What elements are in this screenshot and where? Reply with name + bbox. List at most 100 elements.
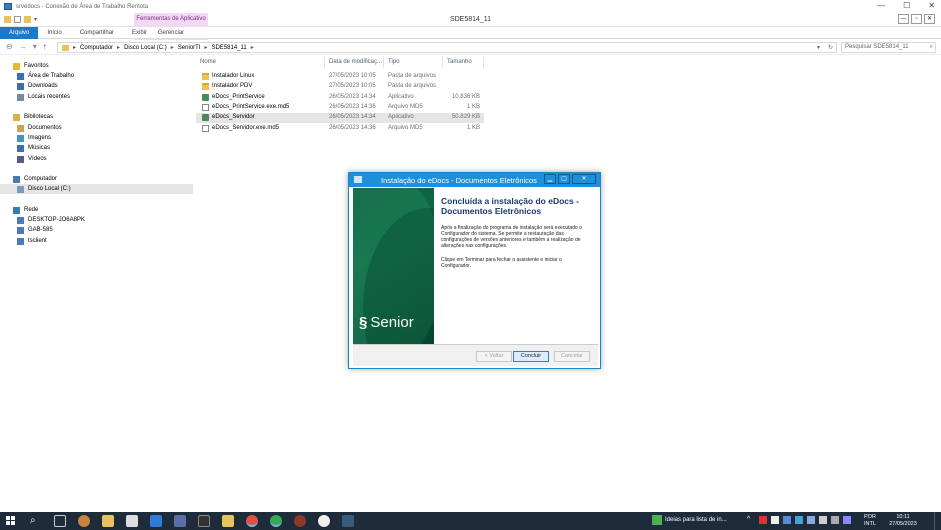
show-desktop-button[interactable] xyxy=(934,512,941,530)
app-icon[interactable] xyxy=(318,515,330,527)
pictures-icon xyxy=(17,134,24,142)
file-size: 1 KB xyxy=(466,125,480,131)
nav-tsclient[interactable]: tsclient xyxy=(17,236,210,246)
remote-desktop-icon[interactable] xyxy=(174,515,186,527)
tray-app-icon[interactable] xyxy=(795,516,803,524)
store-icon[interactable] xyxy=(126,515,138,527)
tray-app-icon[interactable] xyxy=(783,516,791,524)
recent-dropdown-icon[interactable]: ▾ xyxy=(33,42,37,51)
file-row-selected[interactable]: eDocs_Servidor 26/05/2023 14:34 Aplicati… xyxy=(196,113,484,123)
address-dropdown-icon[interactable]: ▾ xyxy=(817,44,820,51)
local-disk-icon xyxy=(17,185,24,193)
rdp-minimize-button[interactable]: — xyxy=(877,1,885,10)
taskbar: ⌕ Ideias para lista de in... ^ POR INTL … xyxy=(0,512,941,530)
tab-inicio[interactable]: Início xyxy=(38,27,70,39)
file-icon xyxy=(202,125,209,132)
file-row[interactable]: Instalador PDV 27/05/2023 10:05 Pasta de… xyxy=(196,82,484,92)
dialog-maximize-button[interactable]: ▢ xyxy=(558,174,570,184)
nav-videos[interactable]: Vídeos xyxy=(17,154,210,164)
column-header-nome[interactable]: Nome xyxy=(196,56,325,68)
nav-label: Rede xyxy=(24,207,39,213)
up-arrow-icon[interactable]: ↑ xyxy=(43,42,47,51)
column-header-tamanho[interactable]: Tamanho xyxy=(443,56,484,68)
nav-gab-585[interactable]: GAB-585 xyxy=(17,225,210,235)
refresh-icon[interactable]: ↻ xyxy=(828,44,833,51)
nav-area-de-trabalho[interactable]: Área de Trabalho xyxy=(17,71,210,81)
search-icon[interactable]: ⌕ xyxy=(30,515,42,527)
file-row[interactable]: eDocs_PrintService.exe.md5 26/05/2023 14… xyxy=(196,103,484,113)
nav-documentos[interactable]: Documentos xyxy=(17,123,210,133)
app-icon[interactable] xyxy=(294,515,306,527)
file-name: Instalador Linux xyxy=(212,73,255,79)
explorer-close-button[interactable]: ✕ xyxy=(924,14,935,24)
explorer-maximize-button[interactable]: ▫ xyxy=(911,14,922,24)
pen-icon[interactable] xyxy=(843,516,851,524)
column-header-tipo[interactable]: Tipo xyxy=(384,56,443,68)
back-button[interactable]: < Voltar xyxy=(476,351,512,362)
nav-rede[interactable]: Rede xyxy=(13,205,206,215)
search-input[interactable]: Pesquisar SDE5814_11 ⌕ xyxy=(841,42,936,53)
mail-icon[interactable] xyxy=(150,515,162,527)
column-header-data[interactable]: Data de modificaç... xyxy=(325,56,384,68)
folder-icon[interactable] xyxy=(222,515,234,527)
rdp-maximize-button[interactable]: ☐ xyxy=(903,1,910,10)
wizard-side-banner: § Senior xyxy=(353,188,434,344)
dialog-titlebar[interactable]: Instalação do eDocs - Documentos Eletrôn… xyxy=(349,173,600,187)
nav-imagens[interactable]: Imagens xyxy=(17,133,210,143)
rdp-close-button[interactable]: ✕ xyxy=(928,1,935,10)
nav-downloads[interactable]: Downloads xyxy=(17,81,210,91)
back-arrow-icon[interactable]: ⊖ xyxy=(6,42,13,51)
task-view-icon[interactable] xyxy=(54,515,66,527)
dialog-minimize-button[interactable]: ▁ xyxy=(544,174,556,184)
app-icon[interactable] xyxy=(342,515,354,527)
file-type: Arquivo MD5 xyxy=(388,104,423,110)
language-indicator[interactable]: POR INTL xyxy=(864,514,876,528)
rdp-titlebar: srvedocs - Conexão de Área de Trabalho R… xyxy=(0,0,941,13)
tab-gerenciar[interactable]: Gerenciar xyxy=(134,27,208,39)
taskbar-notification[interactable]: Ideias para lista de in... xyxy=(652,515,727,525)
nav-computador[interactable]: Computador xyxy=(13,174,206,184)
nav-desktop-jo6a8pk[interactable]: DESKTOP-JO6A8PK xyxy=(17,215,210,225)
breadcrumb-sde5814[interactable]: SDE5814_11 xyxy=(211,45,246,51)
chrome-icon[interactable] xyxy=(246,515,258,527)
cancel-button[interactable]: Cancelar xyxy=(554,351,590,362)
nav-musicas[interactable]: Músicas xyxy=(17,143,210,153)
nav-label: Favoritos xyxy=(24,63,49,69)
file-row[interactable]: eDocs_PrintService 26/05/2023 14:34 Apli… xyxy=(196,93,484,103)
app-icon[interactable] xyxy=(78,515,90,527)
terminal-icon[interactable] xyxy=(198,515,210,527)
nav-disco-local[interactable]: Disco Local (C:) xyxy=(0,184,193,194)
nav-bibliotecas[interactable]: Bibliotecas xyxy=(13,112,206,122)
file-row[interactable]: eDocs_Servidor.exe.md5 26/05/2023 14:36 … xyxy=(196,124,484,134)
volume-icon[interactable] xyxy=(819,516,827,524)
tab-compartilhar[interactable]: Compartilhar xyxy=(71,27,123,39)
finish-button[interactable]: Concluir xyxy=(513,351,549,362)
nav-locais-recentes[interactable]: Locais recentes xyxy=(17,92,210,102)
navigation-pane: Favoritos Área de Trabalho Downloads Loc… xyxy=(0,56,193,512)
file-explorer-icon[interactable] xyxy=(102,515,114,527)
dialog-close-button[interactable]: ✕ xyxy=(572,174,596,184)
tray-app-icon[interactable] xyxy=(759,516,767,524)
music-icon xyxy=(17,144,24,152)
wizard-paragraph: Clique em Terminar para fechar o assiste… xyxy=(441,257,562,269)
nav-favoritos[interactable]: Favoritos xyxy=(13,61,206,71)
breadcrumb-computador[interactable]: Computador xyxy=(80,45,113,51)
folder-icon xyxy=(62,44,69,51)
file-date: 26/05/2023 14:36 xyxy=(329,125,376,131)
network-icon[interactable] xyxy=(807,516,815,524)
forward-arrow-icon[interactable]: → xyxy=(19,42,27,51)
breadcrumb-disco-local[interactable]: Disco Local (C:) xyxy=(124,45,167,51)
network-pc-icon xyxy=(17,226,24,234)
tab-arquivo[interactable]: Arquivo xyxy=(0,26,39,39)
nav-label: Downloads xyxy=(28,83,58,89)
tray-app-icon[interactable] xyxy=(771,516,779,524)
chrome-profile-icon[interactable] xyxy=(270,515,282,527)
start-button[interactable] xyxy=(6,516,16,526)
file-row[interactable]: Instalador Linux 27/05/2023 10:05 Pasta … xyxy=(196,72,484,82)
battery-icon[interactable] xyxy=(831,516,839,524)
explorer-minimize-button[interactable]: — xyxy=(898,14,909,24)
taskbar-clock[interactable]: 10:11 27/05/2023 xyxy=(883,514,923,528)
show-hidden-icons-icon[interactable]: ^ xyxy=(747,516,755,524)
breadcrumb-seniorti[interactable]: SeniorTI xyxy=(178,45,201,51)
address-bar[interactable]: ▸ Computador ▸ Disco Local (C:) ▸ Senior… xyxy=(57,42,837,53)
